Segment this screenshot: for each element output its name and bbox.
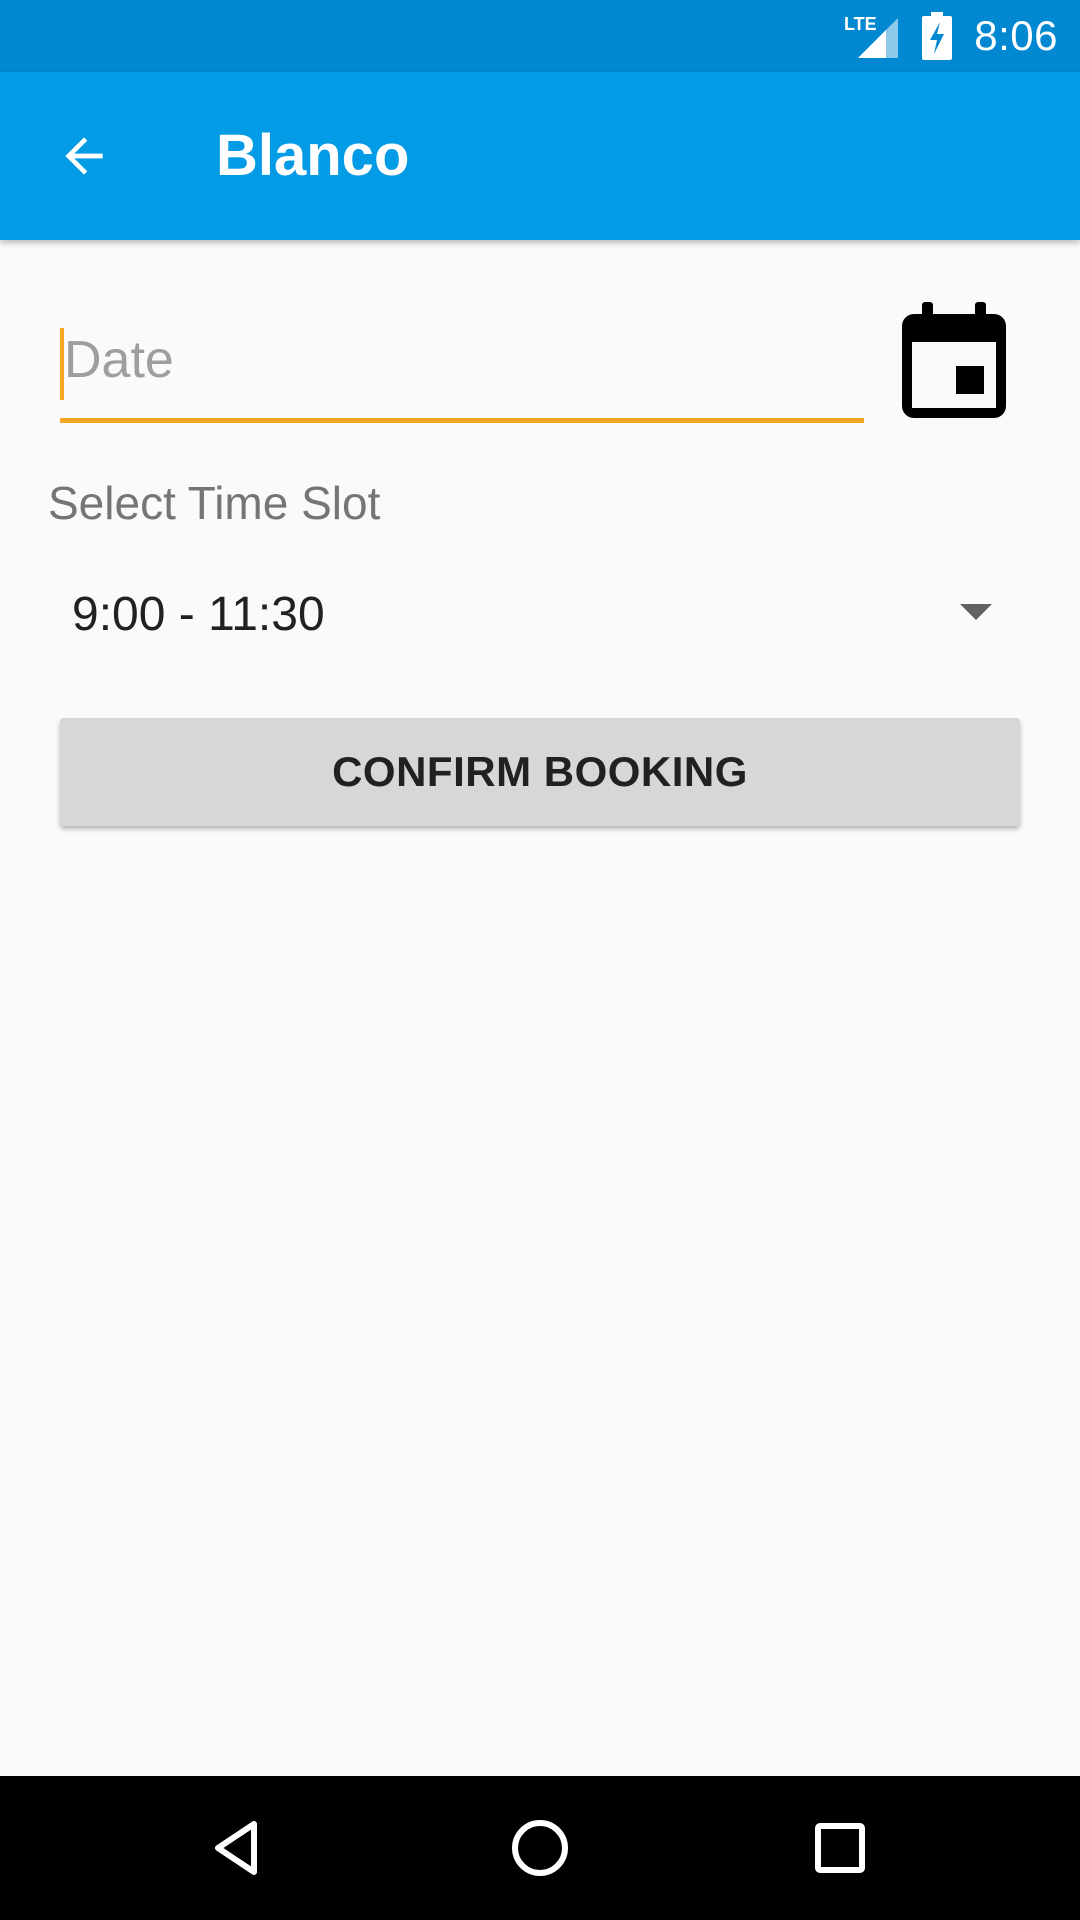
nav-back-button[interactable]: [190, 1798, 290, 1898]
status-time: 8:06: [974, 12, 1058, 59]
time-slot-selected: 9:00 - 11:30: [72, 588, 325, 641]
dropdown-arrow-icon: [960, 604, 992, 620]
nav-recents-icon: [815, 1823, 865, 1873]
page-title: Blanco: [216, 123, 410, 188]
confirm-booking-button[interactable]: CONFIRM BOOKING: [60, 718, 1020, 826]
back-button[interactable]: [36, 108, 132, 204]
arrow-back-icon: [65, 137, 103, 175]
lte-signal-icon: LTE: [844, 14, 899, 58]
navigation-bar: [0, 1776, 1080, 1920]
time-slot-label: Select Time Slot: [48, 477, 381, 529]
status-bar: LTE 8:06: [0, 0, 1080, 72]
nav-home-icon: [512, 1820, 568, 1876]
date-field: [60, 304, 864, 423]
time-slot-dropdown[interactable]: 9:00 - 11:30: [48, 560, 1000, 670]
nav-home-button[interactable]: [490, 1798, 590, 1898]
nav-back-icon: [215, 1821, 257, 1875]
status-icons: LTE 8:06: [844, 0, 1058, 72]
date-underline: [60, 418, 864, 423]
app-bar: Blanco: [0, 72, 1080, 240]
calendar-icon: [902, 302, 1006, 418]
date-input[interactable]: [60, 304, 864, 416]
text-cursor: [60, 328, 64, 400]
nav-recents-button[interactable]: [790, 1798, 890, 1898]
network-type-label: LTE: [844, 14, 877, 34]
battery-charging-icon: [922, 12, 953, 60]
calendar-button[interactable]: [898, 302, 1010, 422]
